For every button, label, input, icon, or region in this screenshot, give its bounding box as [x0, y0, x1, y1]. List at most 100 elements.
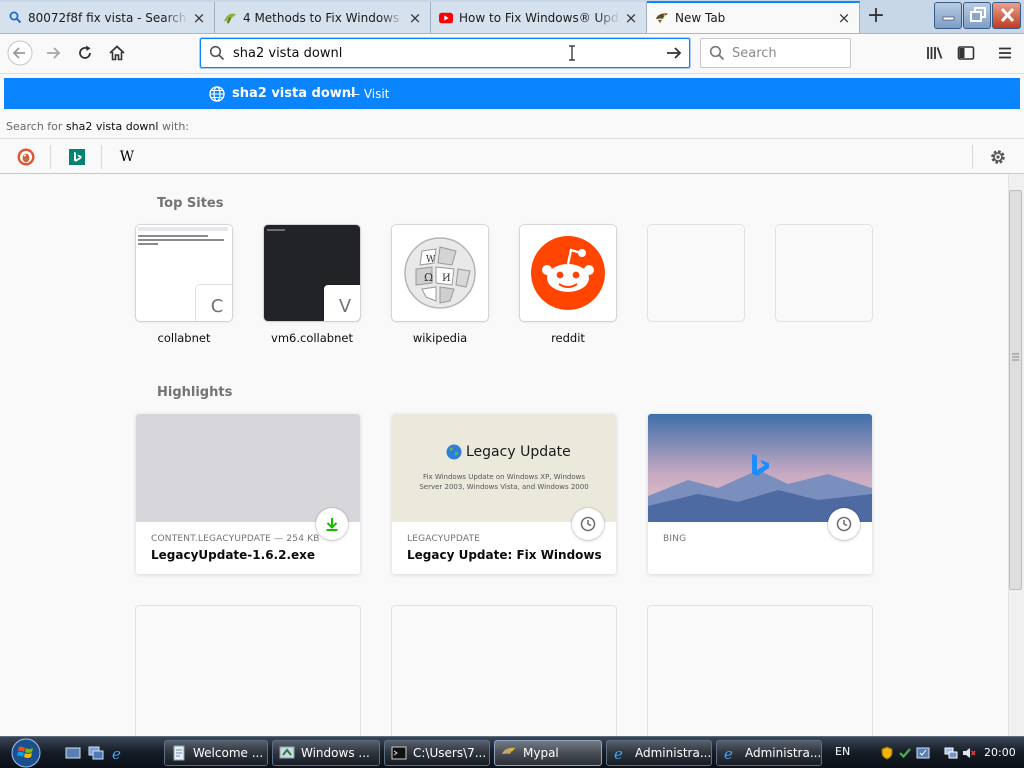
top-site-collabnet[interactable]: C collabnet — [136, 225, 232, 345]
autocomplete-result-visit[interactable]: sha2 vista downl — Visit — [4, 78, 1020, 109]
show-desktop-icon[interactable] — [65, 745, 81, 761]
search-for-suffix: with: — [161, 120, 189, 133]
site-thumbnail: Ω И W — [392, 225, 488, 321]
sidebar-icon — [957, 46, 975, 60]
taskbar-item-welcome[interactable]: Welcome ... — [164, 740, 268, 766]
menu-button[interactable] — [990, 39, 1020, 67]
taskbar-item-administrator-2[interactable]: e Administra... — [716, 740, 822, 766]
one-off-search-engines: W — [0, 138, 1024, 174]
gear-icon[interactable] — [988, 147, 1008, 167]
top-site-empty[interactable] — [776, 225, 872, 321]
internet-explorer-icon[interactable]: e — [111, 745, 127, 761]
forward-arrow-icon — [47, 47, 61, 59]
switch-windows-icon[interactable] — [88, 745, 104, 761]
new-tab-button[interactable]: + — [862, 4, 890, 30]
site-label: reddit — [551, 331, 585, 345]
restore-button[interactable] — [963, 2, 991, 29]
site-thumbnail-placeholder — [648, 225, 744, 321]
search-icon — [209, 45, 225, 61]
tab-new-tab[interactable]: New Tab × — [647, 1, 860, 33]
highlight-card-bing[interactable]: BING — [648, 414, 872, 574]
back-button[interactable] — [5, 39, 35, 67]
close-icon[interactable]: × — [408, 10, 422, 25]
language-indicator[interactable]: EN — [835, 745, 850, 758]
site-thumbnail: C — [136, 225, 232, 321]
taskbar-item-label: Welcome ... — [193, 746, 264, 760]
taskbar-item-label: Administra... — [745, 746, 822, 760]
download-icon — [326, 518, 338, 531]
taskbar-item-label: Windows ... — [301, 746, 370, 760]
tab-youtube[interactable]: How to Fix Windows® Update × — [431, 2, 647, 33]
taskbar-item-cmd[interactable]: C:\Users\7... — [384, 740, 490, 766]
clock-icon — [836, 516, 852, 532]
home-button[interactable] — [102, 39, 132, 67]
start-button[interactable] — [8, 738, 44, 768]
tab-title: 4 Methods to Fix Windows Update — [243, 10, 404, 25]
site-label: collabnet — [157, 331, 211, 345]
autocomplete-popup: sha2 vista downl — Visit Search for sha2… — [0, 74, 1024, 174]
autocomplete-action: — Visit — [348, 87, 390, 101]
tab-wikihow[interactable]: 4 Methods to Fix Windows Update × — [215, 2, 431, 33]
clock[interactable]: 20:00 — [984, 746, 1016, 759]
internet-explorer-icon: e — [724, 745, 733, 761]
highlight-card-legacyupdate[interactable]: Legacy Update Fix Windows Update on Wind… — [392, 414, 616, 574]
thumbnail-text-line — [138, 239, 224, 241]
close-icon[interactable]: × — [192, 10, 206, 25]
reload-icon — [79, 45, 91, 59]
library-button[interactable] — [920, 39, 950, 67]
top-site-reddit[interactable]: reddit — [520, 225, 616, 345]
tab-title: How to Fix Windows® Update — [459, 10, 620, 25]
engine-separator — [50, 145, 51, 169]
wikipedia-globe-icon: Ω И W — [404, 237, 476, 309]
svg-text:e: e — [112, 745, 121, 761]
tab-search[interactable]: 80072f8f fix vista - Search × — [0, 2, 215, 33]
search-bar[interactable]: Search — [700, 38, 851, 68]
top-sites-title: Top Sites — [157, 196, 224, 211]
security-check-icon[interactable] — [898, 746, 912, 760]
duckduckgo-engine-button[interactable] — [16, 147, 36, 167]
site-letter: C — [196, 285, 232, 321]
hamburger-icon — [999, 47, 1011, 59]
sidebar-button[interactable] — [951, 39, 981, 67]
highlight-placeholder — [392, 606, 616, 736]
card-preview — [648, 414, 872, 522]
youtube-icon — [439, 11, 453, 25]
reload-button[interactable] — [70, 39, 100, 67]
go-arrow-icon[interactable] — [665, 44, 683, 62]
highlight-card-download[interactable]: CONTENT.LEGACYUPDATE — 254 KB LegacyUpda… — [136, 414, 360, 574]
taskbar-item-mypal[interactable]: Mypal — [494, 740, 602, 766]
bing-engine-button[interactable] — [67, 147, 87, 167]
taskbar-item-administrator-1[interactable]: e Administra... — [606, 740, 712, 766]
top-site-vm6-collabnet[interactable]: V vm6.collabnet — [264, 225, 360, 345]
site-letter: V — [324, 285, 360, 321]
scrollbar-thumb[interactable] — [1009, 190, 1022, 590]
svg-text:И: И — [442, 273, 451, 284]
top-site-empty[interactable] — [648, 225, 744, 321]
clock-badge — [572, 508, 604, 540]
highlights-title: Highlights — [157, 385, 233, 400]
close-icon[interactable]: × — [624, 10, 638, 25]
action-center-icon[interactable] — [916, 746, 930, 760]
card-title: Legacy Update: Fix Windows Up... — [407, 548, 607, 562]
mypal-icon — [655, 11, 669, 25]
card-preview: Legacy Update Fix Windows Update on Wind… — [392, 414, 616, 522]
forward-button[interactable] — [38, 39, 68, 67]
network-icon[interactable] — [944, 746, 958, 760]
taskbar-item-windows[interactable]: Windows ... — [272, 740, 380, 766]
wikipedia-engine-button[interactable]: W — [117, 147, 137, 167]
site-thumbnail-placeholder — [776, 225, 872, 321]
search-placeholder: Search — [732, 46, 777, 61]
volume-muted-icon[interactable] — [962, 746, 976, 760]
thumbnail-text-line — [138, 243, 158, 245]
top-site-wikipedia[interactable]: Ω И W wikipedia — [392, 225, 488, 345]
shield-icon[interactable] — [880, 746, 894, 760]
close-icon[interactable]: × — [837, 11, 851, 26]
minimize-button[interactable] — [934, 2, 962, 29]
close-window-button[interactable] — [992, 2, 1021, 29]
card-title: LegacyUpdate-1.6.2.exe — [151, 548, 316, 562]
svg-text:e: e — [614, 745, 623, 761]
url-bar[interactable]: sha2 vista downl — [200, 38, 690, 68]
clock-icon — [580, 516, 596, 532]
search-icon — [709, 45, 725, 61]
thumbnail-page-header — [138, 227, 228, 231]
